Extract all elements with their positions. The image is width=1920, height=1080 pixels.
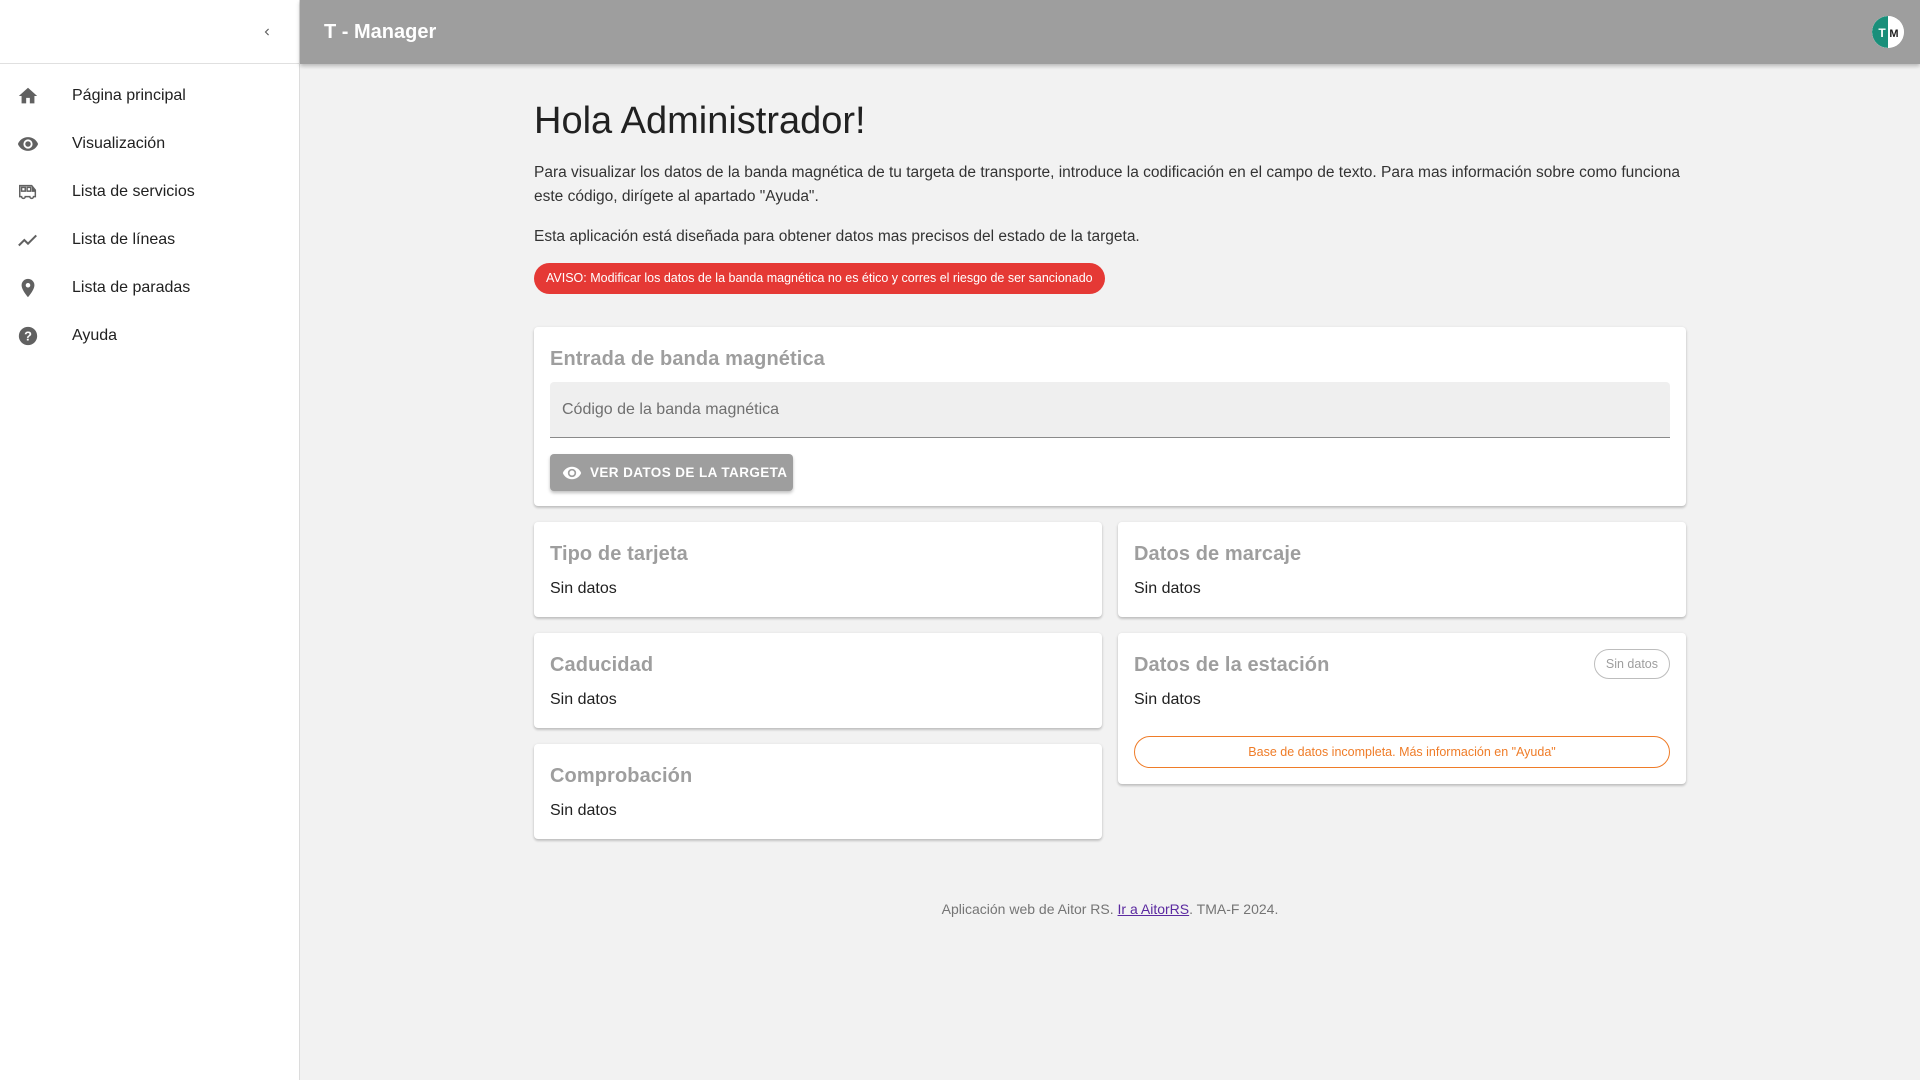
svg-text:?: ? xyxy=(24,329,32,344)
magnetic-code-field[interactable]: Código de la banda magnética xyxy=(550,382,1670,438)
footer-suffix: . TMA-F 2024. xyxy=(1189,901,1279,917)
view-card-data-button[interactable]: VER DATOS DE LA TARGETA xyxy=(550,454,793,491)
sidebar-item-label: Lista de servicios xyxy=(72,183,195,200)
card-datos-marcaje: Datos de marcaje Sin datos xyxy=(1118,522,1686,617)
intro-text-secondary: Esta aplicación está diseñada para obten… xyxy=(534,228,1140,245)
sidebar-item-label: Lista de líneas xyxy=(72,231,176,248)
app-title: T - Manager xyxy=(324,20,437,43)
card-value: Sin datos xyxy=(1134,580,1201,597)
card-title: Datos de la estación xyxy=(1134,654,1330,676)
footer: Aplicación web de Aitor RS. Ir a AitorRS… xyxy=(534,901,1686,917)
card-value: Sin datos xyxy=(1134,691,1201,708)
card-comprobacion: Comprobación Sin datos xyxy=(534,744,1102,839)
intro-text: Para visualizar los datos de la banda ma… xyxy=(534,164,1680,205)
card-datos-estacion: Datos de la estación Sin datos Sin datos… xyxy=(1118,633,1686,784)
app-header: T - Manager T M xyxy=(300,0,1920,64)
sidebar-item-label: Visualización xyxy=(72,135,166,152)
trending-line-icon xyxy=(16,228,40,252)
bus-icon xyxy=(16,180,40,204)
magnetic-input-card: Entrada de banda magnética Código de la … xyxy=(534,327,1686,506)
sidebar-item-label: Ayuda xyxy=(72,327,118,344)
eye-icon xyxy=(16,132,40,156)
card-value: Sin datos xyxy=(550,802,617,819)
magnetic-code-placeholder: Código de la banda magnética xyxy=(562,401,780,418)
button-label: VER DATOS DE LA TARGETA xyxy=(590,465,788,480)
sidebar-item-label: Página principal xyxy=(72,87,186,104)
sidebar-header xyxy=(0,0,299,64)
aitorrs-link[interactable]: Ir a AitorRS xyxy=(1118,901,1190,917)
collapse-sidebar-button[interactable] xyxy=(253,18,281,46)
card-value: Sin datos xyxy=(550,580,617,597)
card-title: Caducidad xyxy=(550,654,654,676)
sidebar-item-pagina-principal[interactable]: Página principal xyxy=(0,72,299,120)
sidebar-item-lista-paradas[interactable]: Lista de paradas xyxy=(0,264,299,312)
card-tipo-tarjeta: Tipo de tarjeta Sin datos xyxy=(534,522,1102,617)
card-title: Entrada de banda magnética xyxy=(550,348,825,370)
help-circle-icon: ? xyxy=(16,324,40,348)
status-chip: Sin datos xyxy=(1593,649,1670,679)
home-icon xyxy=(16,84,40,108)
card-title: Comprobación xyxy=(550,765,693,787)
page-title: Hola Administrador! xyxy=(534,100,866,142)
card-title: Tipo de tarjeta xyxy=(550,543,688,565)
sidebar: Página principal Visualización Lista de … xyxy=(0,0,300,1080)
warning-badge: AVISO: Modificar los datos de la banda m… xyxy=(534,263,1105,294)
svg-text:M: M xyxy=(1889,28,1898,40)
sidebar-item-lista-servicios[interactable]: Lista de servicios xyxy=(0,168,299,216)
eye-icon xyxy=(562,466,582,479)
database-incomplete-alert: Base de datos incompleta. Más informació… xyxy=(1134,736,1670,768)
chevron-left-icon xyxy=(264,28,269,36)
avatar[interactable]: T M xyxy=(1872,16,1904,48)
map-marker-icon xyxy=(16,276,40,300)
sidebar-item-lista-lineas[interactable]: Lista de líneas xyxy=(0,216,299,264)
card-title: Datos de marcaje xyxy=(1134,543,1302,565)
sidebar-item-ayuda[interactable]: ? Ayuda xyxy=(0,312,299,360)
sidebar-nav: Página principal Visualización Lista de … xyxy=(0,64,299,360)
sidebar-item-label: Lista de paradas xyxy=(72,279,191,296)
main-content: Hola Administrador! Para visualizar los … xyxy=(534,64,1686,917)
sidebar-item-visualizacion[interactable]: Visualización xyxy=(0,120,299,168)
card-caducidad: Caducidad Sin datos xyxy=(534,633,1102,728)
footer-text: Aplicación web de Aitor RS. xyxy=(941,901,1118,917)
svg-text:T: T xyxy=(1878,26,1886,40)
card-value: Sin datos xyxy=(550,691,617,708)
